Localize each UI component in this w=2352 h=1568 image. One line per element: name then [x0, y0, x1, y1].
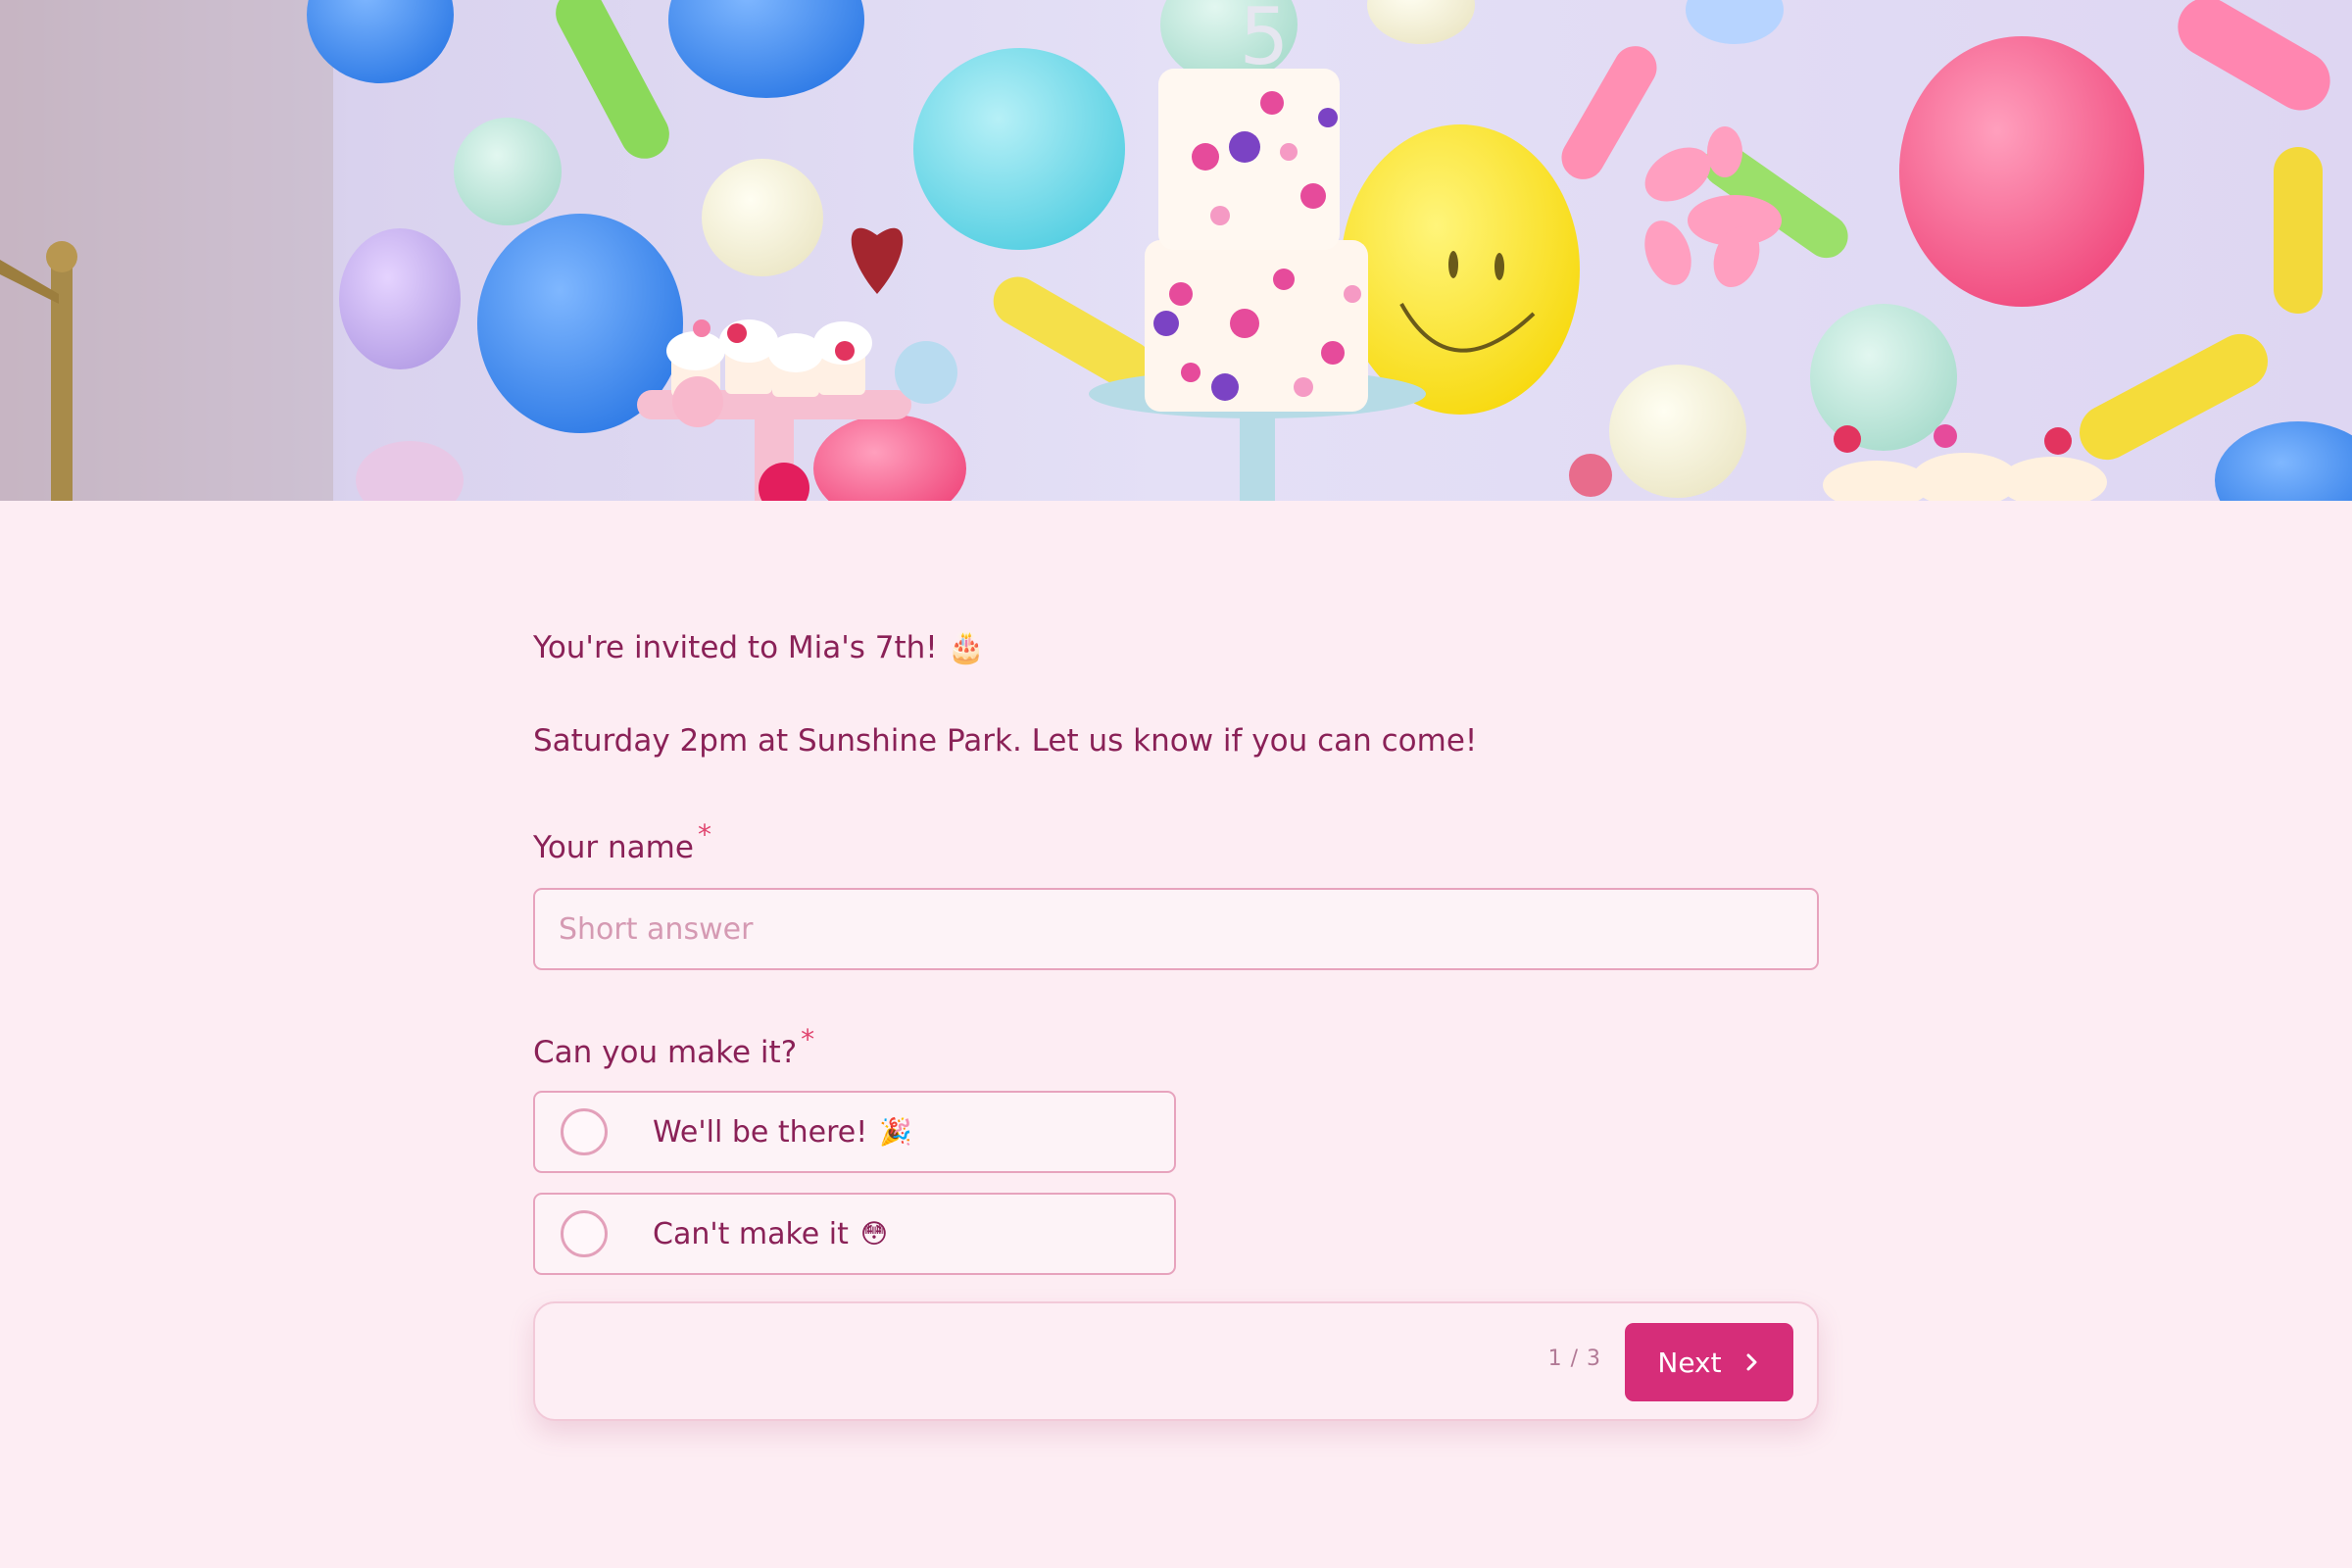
form-headline: You're invited to Mia's 7th! 🎂 [533, 627, 1819, 668]
required-asterisk: * [697, 818, 711, 851]
option-not-attending[interactable]: Can't make it 😳 [533, 1193, 1176, 1275]
page-indicator: 1 / 3 [1547, 1347, 1601, 1371]
radio-button[interactable] [561, 1210, 608, 1257]
svg-text:5: 5 [1240, 0, 1290, 82]
rsvp-form: You're invited to Mia's 7th! 🎂 Saturday 2… [533, 627, 1819, 1295]
radio-button[interactable] [561, 1108, 608, 1155]
question-label-attendance: Can you make it? * [533, 1019, 1819, 1073]
hero-banner: 5 [0, 0, 2352, 501]
headline-text: You're invited to Mia's 7th! [533, 630, 938, 665]
flushed-face-icon: 😳 [859, 1218, 889, 1250]
option-label: Can't make it [653, 1216, 849, 1251]
birthday-party-banner-photo: 5 [0, 0, 2352, 501]
question-text: Can you make it? [533, 1035, 798, 1070]
next-button-label: Next [1657, 1346, 1722, 1379]
required-asterisk: * [801, 1023, 815, 1055]
form-description: Saturday 2pm at Sunshine Park. Let us kn… [533, 723, 1478, 759]
chevron-right-icon [1746, 1353, 1757, 1371]
option-attending[interactable]: We'll be there! 🎉 [533, 1091, 1176, 1173]
next-button[interactable]: Next [1625, 1323, 1793, 1401]
name-input[interactable] [533, 888, 1819, 970]
attendance-options: We'll be there! 🎉 Can't make it 😳 [533, 1091, 1819, 1275]
birthday-cake-icon: 🎂 [947, 630, 986, 665]
form-navigation-bar: 1 / 3 Next [533, 1301, 1819, 1421]
option-label: We'll be there! [653, 1114, 868, 1150]
question-label-name: Your name * [533, 814, 1819, 868]
party-popper-icon: 🎉 [879, 1117, 912, 1148]
question-text: Your name [533, 830, 694, 865]
